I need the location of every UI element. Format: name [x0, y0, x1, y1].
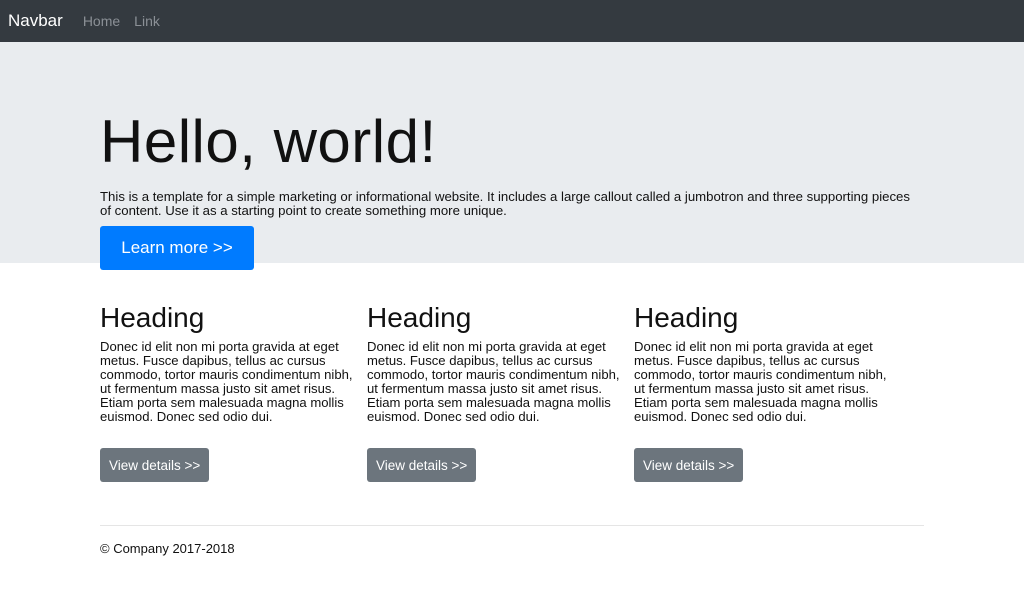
nav-link-link[interactable]: Link [134, 13, 160, 29]
jumbotron: Hello, world! This is a template for a s… [0, 42, 1024, 270]
view-details-button[interactable]: View details >> [367, 448, 477, 482]
jumbotron-title: Hello, world! [100, 108, 437, 175]
footer-copyright: © Company 2017-2018 [100, 541, 235, 556]
view-details-button[interactable]: View details >> [634, 448, 744, 482]
features-section: Heading Donec id elit non mi porta gravi… [0, 263, 1024, 525]
jumbotron-text: This is a template for a simple marketin… [100, 189, 910, 218]
navbar: Navbar Home Link [0, 0, 1024, 42]
nav-link-home[interactable]: Home [83, 13, 120, 29]
feature-heading: Heading [634, 302, 739, 333]
feature-heading: Heading [367, 302, 472, 333]
feature-column: Heading Donec id elit non mi porta gravi… [100, 301, 362, 424]
feature-body: Donec id elit non mi porta gravida at eg… [100, 339, 353, 424]
feature-column: Heading Donec id elit non mi porta gravi… [367, 301, 629, 424]
feature-body: Donec id elit non mi porta gravida at eg… [634, 339, 887, 424]
feature-body: Donec id elit non mi porta gravida at eg… [367, 339, 620, 424]
footer-divider [100, 525, 924, 526]
navbar-brand[interactable]: Navbar [8, 11, 63, 31]
feature-heading: Heading [100, 302, 205, 333]
feature-column: Heading Donec id elit non mi porta gravi… [634, 301, 896, 424]
view-details-button[interactable]: View details >> [100, 448, 210, 482]
